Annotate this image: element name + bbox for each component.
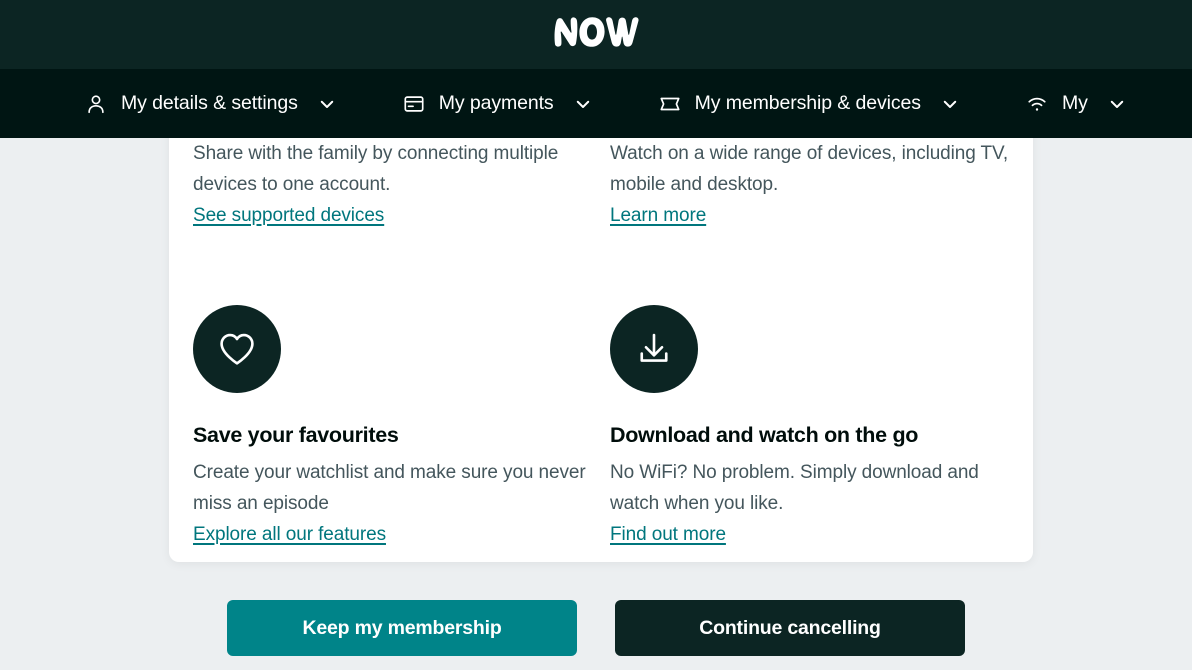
now-logo[interactable] bbox=[553, 17, 639, 52]
features-grid: Share with the family by connecting mult… bbox=[193, 138, 1009, 550]
feature-item-watch-on-devices: Watch on a wide range of devices, includ… bbox=[610, 138, 1009, 231]
feature-link-find-out-more[interactable]: Find out more bbox=[610, 519, 726, 550]
chevron-down-icon[interactable] bbox=[572, 93, 594, 115]
feature-item-save-your-favourites: Save your favourites Create your watchli… bbox=[193, 305, 610, 550]
feature-body: Watch on a wide range of devices, includ… bbox=[610, 143, 1009, 195]
feature-link-explore-all-our-features[interactable]: Explore all our features bbox=[193, 519, 386, 550]
wifi-icon bbox=[1025, 92, 1049, 116]
user-icon bbox=[84, 92, 108, 116]
feature-item-share-with-family: Share with the family by connecting mult… bbox=[193, 138, 610, 231]
feature-title: Save your favourites bbox=[193, 423, 399, 447]
nav-item-label: My payments bbox=[438, 91, 554, 114]
nav-item-label: My membership & devices bbox=[694, 91, 921, 114]
feature-body: Share with the family by connecting mult… bbox=[193, 143, 559, 195]
chevron-down-icon[interactable] bbox=[939, 93, 961, 115]
benefits-card: Share with the family by connecting mult… bbox=[169, 78, 1033, 562]
nav-item-my-membership-and-devices[interactable]: My membership & devices bbox=[658, 69, 961, 138]
nav-items-container: My details & settings My payments My mem… bbox=[0, 69, 1192, 138]
feature-title: Download and watch on the go bbox=[610, 423, 919, 447]
feature-item-download-and-watch: Download and watch on the go No WiFi? No… bbox=[610, 305, 1009, 550]
chevron-down-icon[interactable] bbox=[316, 93, 338, 115]
chevron-down-icon[interactable] bbox=[1106, 93, 1128, 115]
account-nav-bar: My details & settings My payments My mem… bbox=[0, 69, 1192, 138]
continue-cancelling-button[interactable]: Continue cancelling bbox=[615, 600, 965, 656]
nav-item-my-details-and-settings[interactable]: My details & settings bbox=[84, 69, 338, 138]
download-icon bbox=[610, 305, 698, 393]
feature-row-bottom: Save your favourites Create your watchli… bbox=[193, 305, 1009, 550]
nav-item-my-payments[interactable]: My payments bbox=[402, 69, 594, 138]
keep-my-membership-button[interactable]: Keep my membership bbox=[227, 600, 577, 656]
nav-item-my-wifi[interactable]: My bbox=[1025, 69, 1128, 138]
action-buttons: Keep my membership Continue cancelling bbox=[0, 600, 1192, 656]
ticket-icon bbox=[658, 92, 682, 116]
feature-body: No WiFi? No problem. Simply download and… bbox=[610, 462, 979, 514]
nav-item-label: My details & settings bbox=[121, 91, 298, 114]
heart-icon bbox=[193, 305, 281, 393]
feature-link-see-supported-devices[interactable]: See supported devices bbox=[193, 200, 384, 231]
feature-body: Create your watchlist and make sure you … bbox=[193, 462, 586, 514]
nav-item-label: My bbox=[1061, 91, 1088, 114]
feature-row-top: Share with the family by connecting mult… bbox=[193, 138, 1009, 231]
brand-header bbox=[0, 0, 1192, 69]
feature-link-learn-more[interactable]: Learn more bbox=[610, 200, 706, 231]
page-body: Share with the family by connecting mult… bbox=[0, 78, 1192, 670]
credit-card-icon bbox=[402, 92, 426, 116]
